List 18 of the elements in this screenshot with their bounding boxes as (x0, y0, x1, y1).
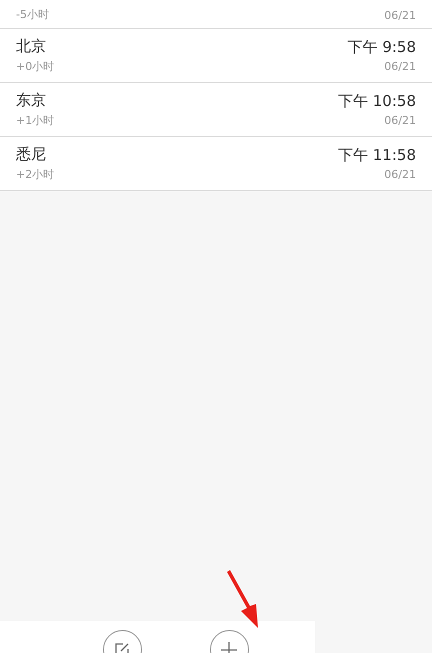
city-date: 06/21 (384, 9, 416, 22)
time-offset: +2小时 (16, 167, 54, 182)
city-date: 06/21 (384, 168, 416, 181)
city-date: 06/21 (384, 60, 416, 73)
city-row[interactable]: 东京 +1小时 下午 10:58 06/21 (0, 83, 432, 137)
time-offset: +1小时 (16, 113, 54, 128)
city-time: 下午 11:58 (338, 146, 416, 165)
city-row[interactable]: 悉尼 +2小时 下午 11:58 06/21 (0, 137, 432, 191)
city-time: 下午 10:58 (338, 92, 416, 111)
edit-icon (114, 642, 130, 653)
city-name: 悉尼 (16, 145, 47, 164)
time-offset: +0小时 (16, 59, 54, 74)
city-time: 下午 9:58 (348, 38, 416, 57)
time-offset: -5小时 (16, 7, 49, 22)
city-name: 东京 (16, 91, 47, 110)
city-name: 北京 (16, 37, 47, 56)
city-row[interactable]: 北京 +0小时 下午 9:58 06/21 (0, 29, 432, 83)
city-date: 06/21 (384, 114, 416, 127)
